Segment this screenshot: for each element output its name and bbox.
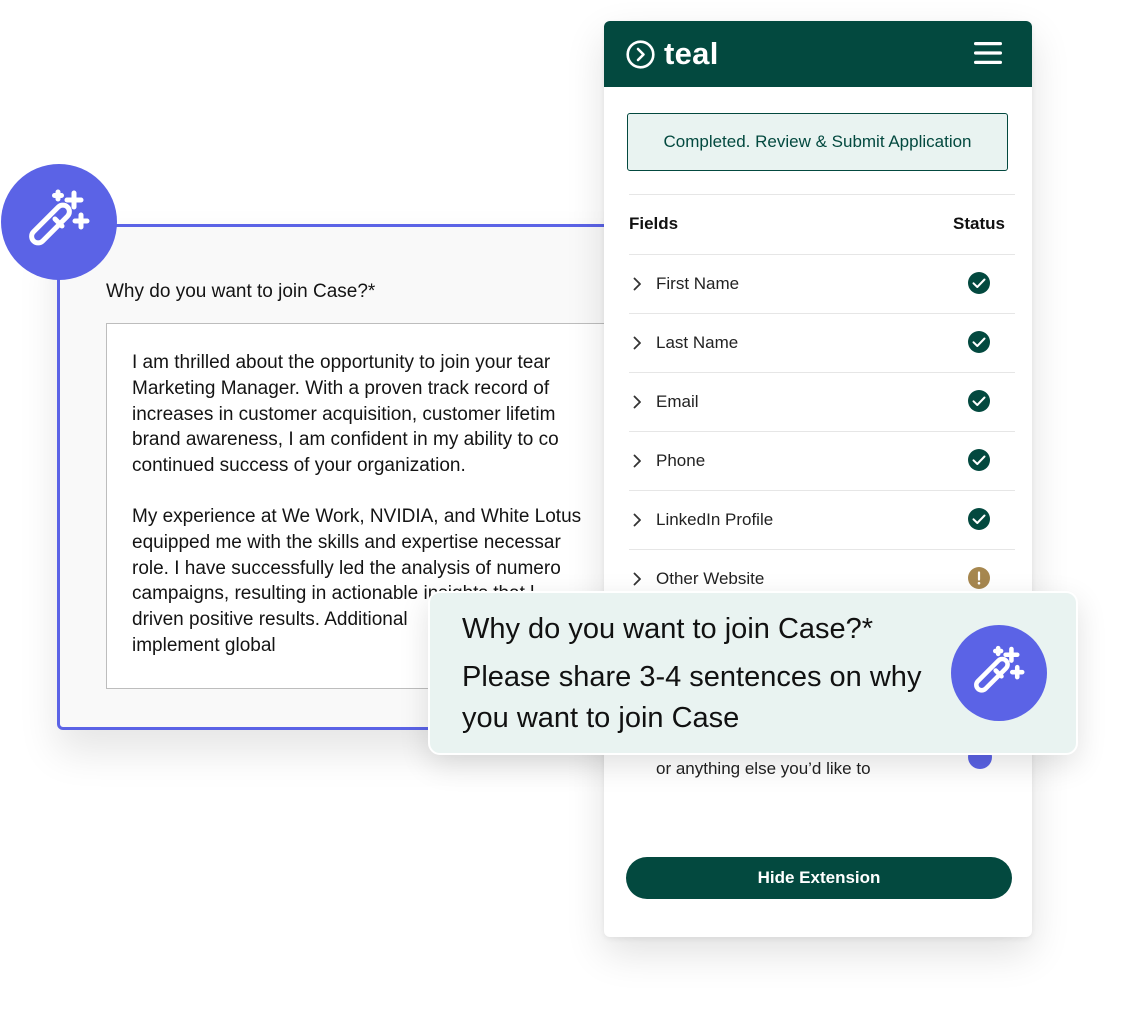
answer-paragraph: I am thrilled about the opportunity to j… xyxy=(132,352,559,477)
field-row[interactable]: LinkedIn Profile xyxy=(629,491,1015,550)
field-label: Last Name xyxy=(656,333,739,352)
magic-wand-button[interactable] xyxy=(951,625,1047,721)
chevron-right-icon xyxy=(633,454,641,468)
teal-logo: teal xyxy=(626,38,719,70)
magic-wand-icon xyxy=(29,189,90,246)
magic-wand-icon xyxy=(974,645,1025,693)
logo-text: teal xyxy=(664,36,719,71)
field-row[interactable]: Last Name xyxy=(629,314,1015,373)
magic-wand-button[interactable] xyxy=(1,164,117,280)
field-label: Phone xyxy=(656,451,706,470)
teal-extension-panel: teal Completed. Review & Submit Applicat… xyxy=(604,21,1032,937)
field-row[interactable]: First Name xyxy=(629,255,1015,314)
tooltip-body: Please share 3-4 sentences on why you wa… xyxy=(462,661,922,734)
hamburger-menu-icon[interactable] xyxy=(974,41,1002,65)
hide-extension-button[interactable]: Hide Extension xyxy=(626,857,1012,899)
field-row[interactable]: Email xyxy=(629,373,1015,432)
field-label: Other Website xyxy=(656,569,765,588)
partial-field-text: or anything else you’d like to xyxy=(656,759,871,778)
check-circle-icon xyxy=(968,508,990,530)
chevron-right-icon xyxy=(633,395,641,409)
question-tooltip-card: Why do you want to join Case?* Please sh… xyxy=(428,591,1078,755)
table-header: Fields Status xyxy=(629,194,1015,255)
chevron-right-icon xyxy=(633,277,641,291)
fields-status-table: Fields Status First Name Last Name Email Ph… xyxy=(629,194,1015,609)
review-submit-banner[interactable]: Completed. Review & Submit Application xyxy=(627,113,1008,171)
check-circle-icon xyxy=(968,449,990,471)
check-circle-icon xyxy=(968,272,990,294)
warning-circle-icon xyxy=(968,567,990,589)
form-question-label: Why do you want to join Case?* xyxy=(106,281,376,302)
field-label: LinkedIn Profile xyxy=(656,510,774,529)
tooltip-title: Why do you want to join Case?* xyxy=(462,613,874,645)
column-header-fields: Fields xyxy=(629,214,679,233)
field-label: Email xyxy=(656,392,699,411)
check-circle-icon xyxy=(968,390,990,412)
field-row[interactable]: Phone xyxy=(629,432,1015,491)
column-header-status: Status xyxy=(953,214,1005,233)
field-label: First Name xyxy=(656,274,740,293)
chevron-right-icon xyxy=(633,336,641,350)
chevron-right-icon xyxy=(633,572,641,586)
chevron-circle-icon xyxy=(626,39,655,69)
check-circle-icon xyxy=(968,331,990,353)
chevron-right-icon xyxy=(633,513,641,527)
extension-header: teal xyxy=(604,21,1032,87)
